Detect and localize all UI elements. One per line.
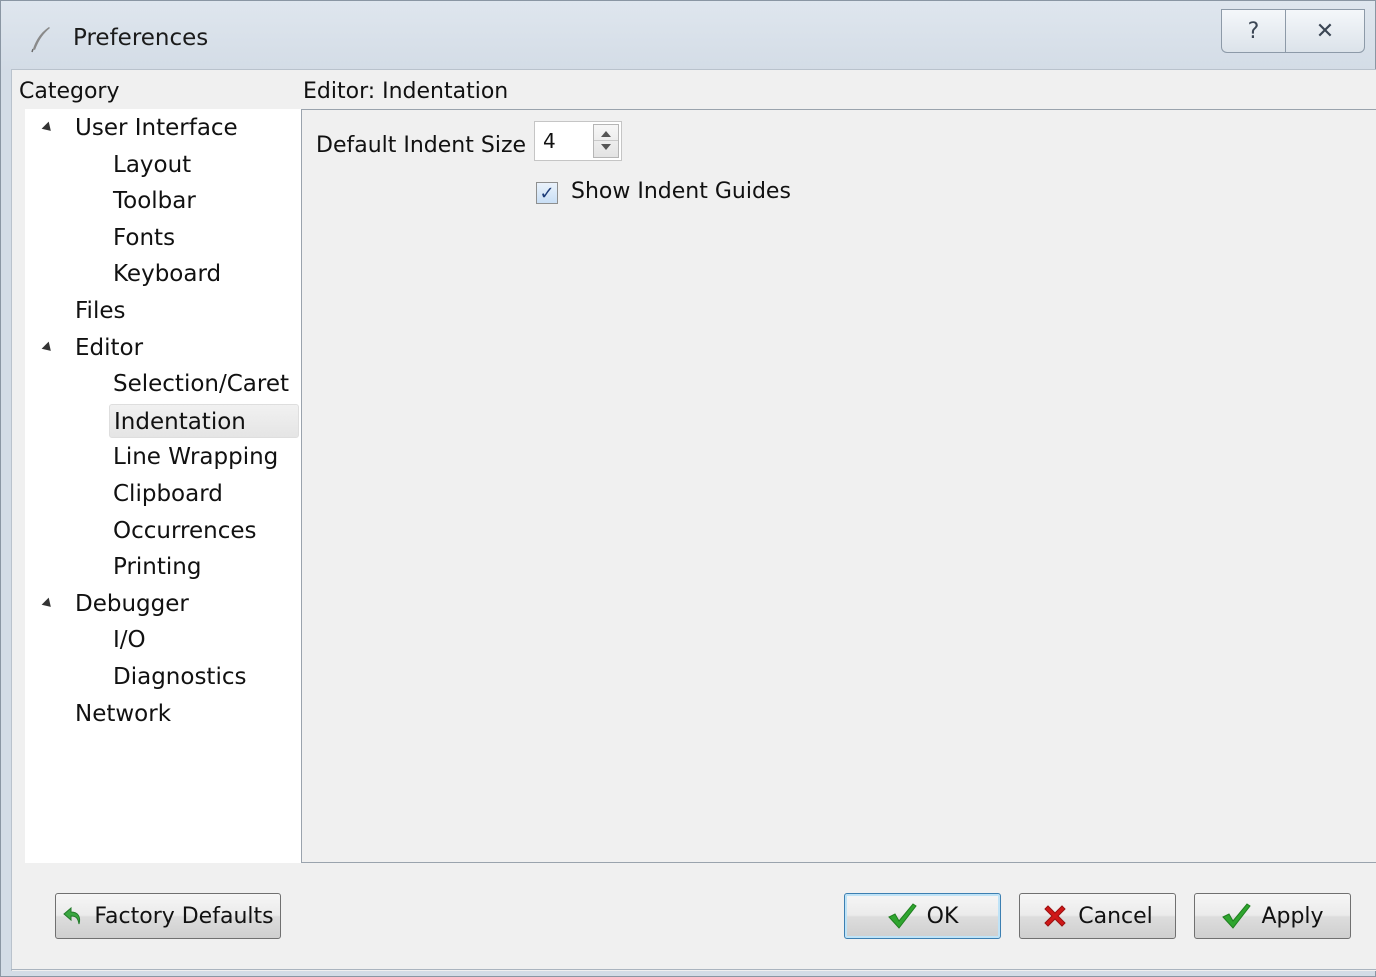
preferences-window: Preferences ? ✕ Category User Interface L… bbox=[0, 0, 1376, 977]
settings-panel bbox=[301, 109, 1376, 863]
category-item-layout[interactable]: Layout bbox=[113, 148, 191, 182]
category-item-label: Network bbox=[75, 700, 172, 727]
category-item-files[interactable]: Files bbox=[75, 294, 125, 328]
category-item-editor[interactable]: Editor bbox=[75, 331, 143, 365]
show-indent-guides-checkbox[interactable]: ✓ bbox=[536, 182, 558, 204]
check-icon bbox=[1221, 902, 1252, 930]
apply-button[interactable]: Apply bbox=[1194, 893, 1351, 939]
help-icon: ? bbox=[1247, 18, 1260, 44]
category-item-clipboard[interactable]: Clipboard bbox=[113, 477, 223, 511]
spin-arrows[interactable] bbox=[593, 124, 619, 158]
category-item-fonts[interactable]: Fonts bbox=[113, 221, 175, 255]
category-item-label: Fonts bbox=[113, 224, 176, 251]
apply-label: Apply bbox=[1261, 903, 1324, 929]
category-item-occurrences[interactable]: Occurrences bbox=[113, 514, 256, 548]
category-header: Category bbox=[19, 79, 120, 104]
expand-arrow-icon[interactable] bbox=[41, 597, 55, 611]
category-item-network[interactable]: Network bbox=[75, 697, 171, 731]
category-item-toolbar[interactable]: Toolbar bbox=[113, 184, 196, 218]
category-item-label: Debugger bbox=[75, 590, 189, 617]
category-item-label: Files bbox=[75, 298, 126, 324]
category-item-keyboard[interactable]: Keyboard bbox=[113, 257, 221, 291]
show-indent-guides-label[interactable]: Show Indent Guides bbox=[571, 179, 791, 204]
spin-down-icon[interactable] bbox=[601, 144, 611, 150]
window-title: Preferences bbox=[73, 25, 209, 51]
ok-button[interactable]: OK bbox=[844, 893, 1001, 939]
cancel-label: Cancel bbox=[1078, 903, 1153, 929]
category-item-printing[interactable]: Printing bbox=[113, 550, 201, 584]
category-item-user-interface[interactable]: User Interface bbox=[75, 111, 238, 145]
category-item-label: I/O bbox=[113, 627, 146, 654]
expand-arrow-icon[interactable] bbox=[41, 121, 55, 135]
category-item-line-wrapping[interactable]: Line Wrapping bbox=[113, 440, 278, 474]
category-item-label: Printing bbox=[113, 554, 202, 581]
cross-icon bbox=[1042, 903, 1068, 929]
category-item-selection-caret[interactable]: Selection/Caret bbox=[113, 367, 289, 401]
close-button[interactable]: ✕ bbox=[1285, 9, 1365, 53]
title-bar[interactable]: Preferences ? ✕ bbox=[1, 1, 1375, 71]
checkmark-icon: ✓ bbox=[539, 182, 555, 204]
panel-header: Editor: Indentation bbox=[303, 79, 509, 104]
spin-divider bbox=[594, 140, 618, 141]
factory-defaults-label: Factory Defaults bbox=[94, 903, 274, 929]
category-item-label: Selection/Caret bbox=[113, 371, 290, 398]
indent-size-label: Default Indent Size bbox=[316, 133, 527, 158]
factory-defaults-button[interactable]: Factory Defaults bbox=[55, 893, 281, 939]
category-item-label: User Interface bbox=[75, 115, 238, 141]
category-item-label: Toolbar bbox=[113, 188, 196, 215]
category-item-debugger[interactable]: Debugger bbox=[75, 587, 189, 621]
undo-arrow-icon bbox=[62, 905, 84, 927]
bottom-border bbox=[11, 969, 1376, 970]
category-item-label: Clipboard bbox=[113, 481, 223, 507]
category-item-label: Editor bbox=[75, 334, 144, 361]
category-item-label: Indentation bbox=[114, 408, 246, 435]
ok-label: OK bbox=[926, 903, 959, 929]
indent-size-value[interactable]: 4 bbox=[543, 129, 556, 153]
category-item-label: Occurrences bbox=[113, 517, 257, 544]
category-item-diagnostics[interactable]: Diagnostics bbox=[113, 660, 246, 694]
category-item-i-o[interactable]: I/O bbox=[113, 623, 146, 657]
indent-size-spinbox[interactable]: 4 bbox=[534, 121, 622, 161]
close-icon: ✕ bbox=[1315, 18, 1335, 44]
category-item-label: Line Wrapping bbox=[113, 444, 279, 471]
category-item-label: Layout bbox=[113, 151, 192, 178]
category-tree[interactable]: User Interface Layout Toolbar Fonts Keyboard… bbox=[25, 109, 301, 863]
category-item-label: Diagnostics bbox=[113, 664, 247, 690]
spin-up-icon[interactable] bbox=[601, 131, 611, 137]
check-icon bbox=[887, 902, 917, 930]
help-button[interactable]: ? bbox=[1221, 9, 1285, 53]
cancel-button[interactable]: Cancel bbox=[1019, 893, 1176, 939]
category-item-label: Keyboard bbox=[113, 261, 222, 288]
expand-arrow-icon[interactable] bbox=[41, 341, 55, 354]
feather-pen-icon bbox=[29, 25, 53, 53]
category-item-indentation[interactable]: Indentation bbox=[109, 403, 299, 438]
